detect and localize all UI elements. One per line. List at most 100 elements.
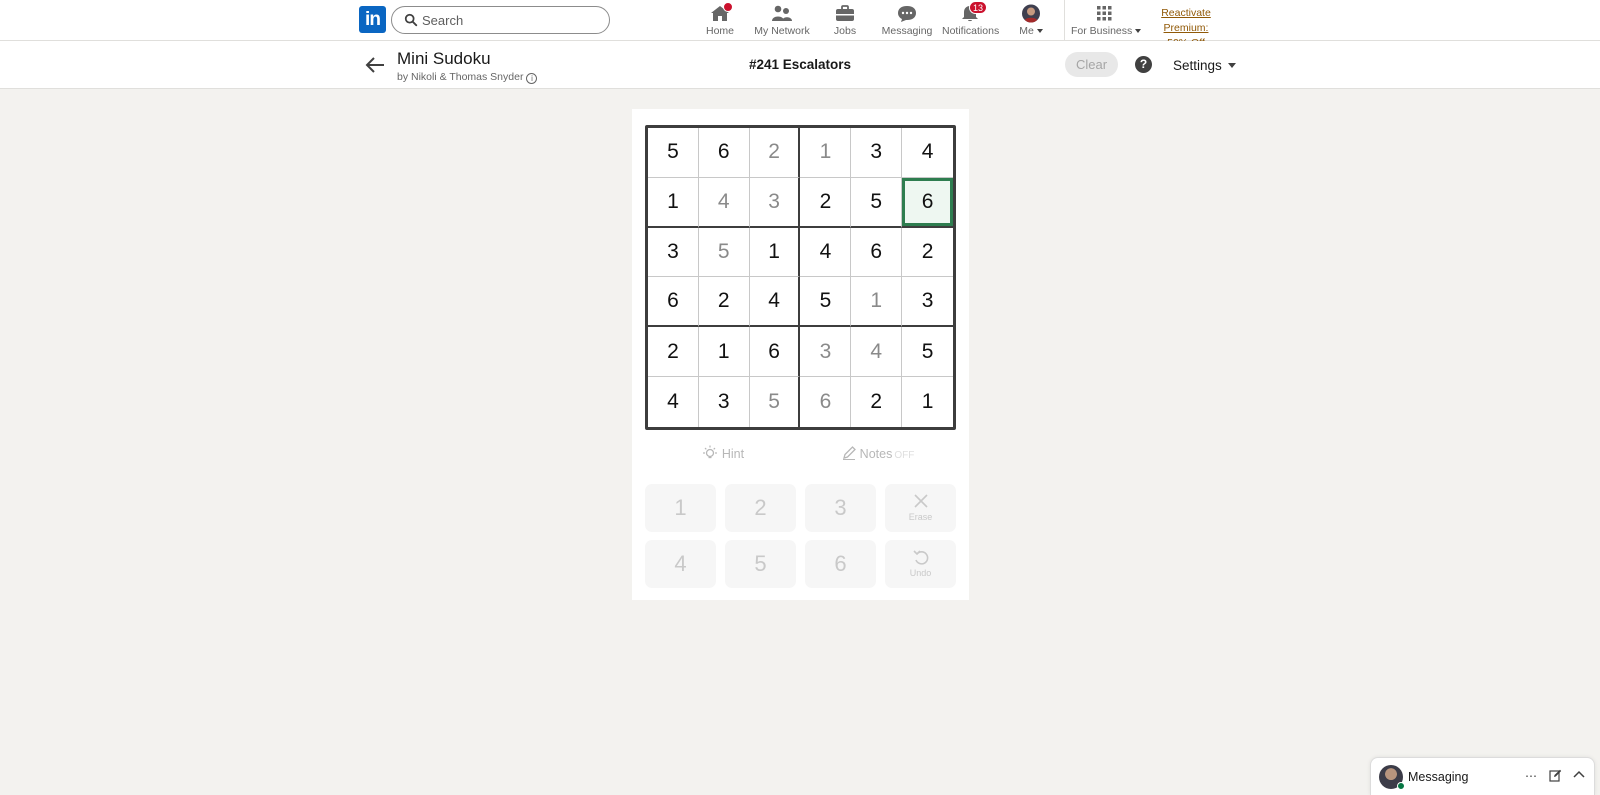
premium-line-1: Reactivate Premium: [1161,7,1211,34]
nav-for-business[interactable]: For Business [1071,4,1142,38]
grid-icon [1093,4,1115,23]
notes-state: OFF [894,450,915,461]
nav-home-label: Home [705,25,734,37]
hint-button[interactable]: Hint [645,445,800,461]
sudoku-cell-selected[interactable]: 6 [902,177,953,228]
hint-label: Hint [721,447,745,461]
key-4[interactable]: 4 [645,540,716,588]
sudoku-cell[interactable]: 6 [851,227,903,278]
sudoku-cell[interactable]: 2 [800,177,852,228]
sudoku-cell[interactable]: 3 [851,128,903,178]
nav-jobs[interactable]: Jobs [826,4,864,38]
game-byline: by Nikoli & Thomas Snyder [397,71,524,83]
linkedin-logo[interactable]: in [359,6,386,33]
sudoku-cell[interactable]: 4 [749,277,801,328]
sudoku-cell[interactable]: 1 [698,327,750,378]
sudoku-cell[interactable]: 4 [902,128,953,178]
sudoku-cell[interactable]: 3 [749,177,801,228]
sudoku-cell[interactable]: 2 [902,227,953,278]
erase-button[interactable]: Erase [885,484,956,532]
sudoku-cell[interactable]: 5 [648,128,699,178]
sudoku-cell[interactable]: 4 [800,227,852,278]
sudoku-cell[interactable]: 2 [698,277,750,328]
back-arrow-icon[interactable] [364,55,386,75]
chat-icon [896,4,918,23]
sudoku-board: 562134143256351462624513216345435621 [645,125,956,430]
sudoku-cell[interactable]: 3 [800,327,852,378]
nav-notifications[interactable]: 13 Notifications [942,1,1000,38]
sudoku-cell[interactable]: 5 [902,327,953,378]
sudoku-cell[interactable]: 4 [648,377,699,427]
key-3[interactable]: 3 [805,484,876,532]
nav-my-network-label: My Network [754,25,810,37]
home-icon [709,2,733,23]
top-nav: in Home My Network Jobs Messaging 13 [0,0,1600,49]
settings-label: Settings [1173,58,1222,73]
sudoku-cell[interactable]: 6 [648,277,699,328]
avatar [1020,4,1042,23]
briefcase-icon [834,4,856,23]
sudoku-cell[interactable]: 4 [851,327,903,378]
sudoku-cell[interactable]: 5 [698,227,750,278]
close-icon [913,494,928,508]
sudoku-cell[interactable]: 1 [648,177,699,228]
network-icon [771,4,793,23]
messaging-dock[interactable]: Messaging ⋯ [1370,757,1595,795]
puzzle-id: #241 Escalators [748,57,852,72]
nav-for-business-label: For Business [1071,25,1133,37]
clear-button[interactable]: Clear [1065,52,1118,77]
online-status-icon [1397,782,1405,790]
bell-icon: 13 [959,1,987,23]
settings-dropdown[interactable]: Settings [1173,58,1236,73]
search-box[interactable] [391,6,610,34]
info-icon[interactable]: i [526,73,538,84]
game-tools: Hint Notes OFF [645,445,956,469]
messaging-dock-label: Messaging [1408,770,1469,784]
nav-me-label: Me [1019,25,1034,37]
erase-label: Erase [908,512,933,522]
sudoku-cell[interactable]: 3 [648,227,699,278]
sudoku-cell[interactable]: 3 [902,277,953,328]
nav-my-network[interactable]: My Network [751,4,813,38]
nav-messaging[interactable]: Messaging [878,4,936,38]
nav-notifications-label: Notifications [942,25,1000,37]
search-input[interactable] [422,10,602,30]
sudoku-cell[interactable]: 5 [851,177,903,228]
lightbulb-icon [702,445,717,459]
compose-icon[interactable] [1548,769,1562,783]
chevron-down-icon [1227,63,1236,68]
notes-toggle[interactable]: Notes OFF [800,445,955,461]
sudoku-cell[interactable]: 1 [851,277,903,328]
key-2[interactable]: 2 [725,484,796,532]
sudoku-cell[interactable]: 5 [800,277,852,328]
sudoku-cell[interactable]: 2 [851,377,903,427]
home-badge-dot [723,2,733,12]
pencil-icon [842,446,856,460]
nav-me[interactable]: Me [1013,4,1049,38]
sudoku-cell[interactable]: 2 [648,327,699,378]
chevron-up-icon[interactable] [1572,769,1586,783]
notes-label: Notes [859,447,893,461]
undo-button[interactable]: Undo [885,540,956,588]
help-icon[interactable]: ? [1135,56,1152,73]
sudoku-cell[interactable]: 1 [800,128,852,178]
key-1[interactable]: 1 [645,484,716,532]
chevron-down-icon [1036,29,1043,33]
sudoku-cell[interactable]: 4 [698,177,750,228]
sudoku-cell[interactable]: 3 [698,377,750,427]
sudoku-cell[interactable]: 6 [698,128,750,178]
nav-messaging-label: Messaging [881,25,933,37]
game-title: Mini Sudoku [397,49,491,68]
key-5[interactable]: 5 [725,540,796,588]
sudoku-cell[interactable]: 5 [749,377,801,427]
undo-label: Undo [909,568,932,578]
sudoku-cell[interactable]: 6 [800,377,852,427]
key-6[interactable]: 6 [805,540,876,588]
sudoku-cell[interactable]: 6 [749,327,801,378]
nav-home[interactable]: Home [701,2,739,38]
sudoku-cell[interactable]: 1 [749,227,801,278]
notifications-badge: 13 [968,1,987,14]
sudoku-cell[interactable]: 2 [749,128,801,178]
sudoku-cell[interactable]: 1 [902,377,953,427]
more-options-icon[interactable]: ⋯ [1524,769,1538,783]
